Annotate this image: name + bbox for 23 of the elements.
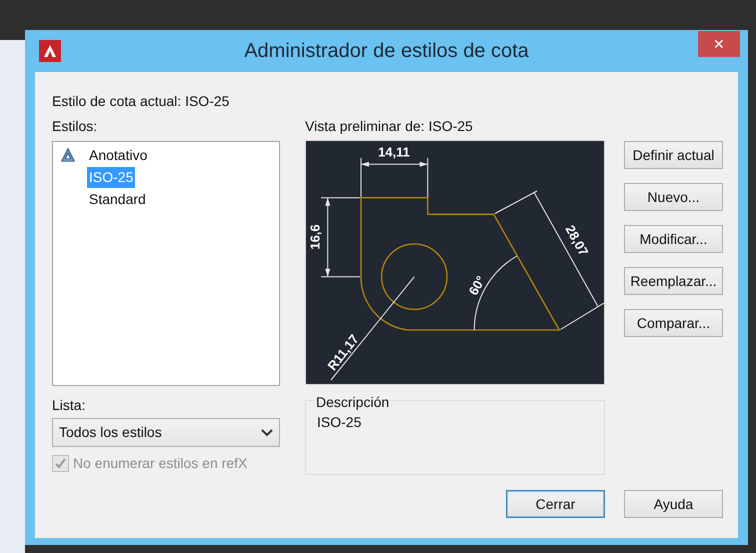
dialog-button[interactable]: Modificar... xyxy=(624,225,723,253)
styles-label: Estilos: xyxy=(52,117,98,136)
checkbox-label: No enumerar estilos en refX xyxy=(73,454,248,473)
dimension-label: 14,11 xyxy=(378,144,410,160)
style-item[interactable]: Standard xyxy=(87,188,148,210)
chevron-down-icon xyxy=(261,428,273,436)
list-label: Lista: xyxy=(52,396,86,415)
window-title: Administrador de estilos de cota xyxy=(244,39,529,64)
dialog-button[interactable]: Cerrar xyxy=(506,490,605,518)
dialog-button[interactable]: Comparar... xyxy=(624,309,723,337)
preview-label: Vista preliminar de: ISO-25 xyxy=(305,117,473,136)
dialog-button[interactable]: Ayuda xyxy=(624,490,723,518)
dialog-button[interactable]: Definir actual xyxy=(624,141,723,169)
current-style-label: Estilo de cota actual: ISO-25 xyxy=(52,92,230,111)
close-button[interactable]: ✕ xyxy=(698,31,740,57)
style-item[interactable]: Anotativo xyxy=(87,144,150,166)
dialog-button[interactable]: Nuevo... xyxy=(624,183,723,211)
dialog-button[interactable]: Reemplazar... xyxy=(624,267,723,295)
dimension-label: 16,6 xyxy=(307,224,322,250)
list-dropdown[interactable]: Todos los estilos xyxy=(52,418,280,447)
description-text: ISO-25 xyxy=(317,413,362,432)
app-logo-icon xyxy=(39,40,61,62)
dimension-label: 60° xyxy=(466,273,488,298)
